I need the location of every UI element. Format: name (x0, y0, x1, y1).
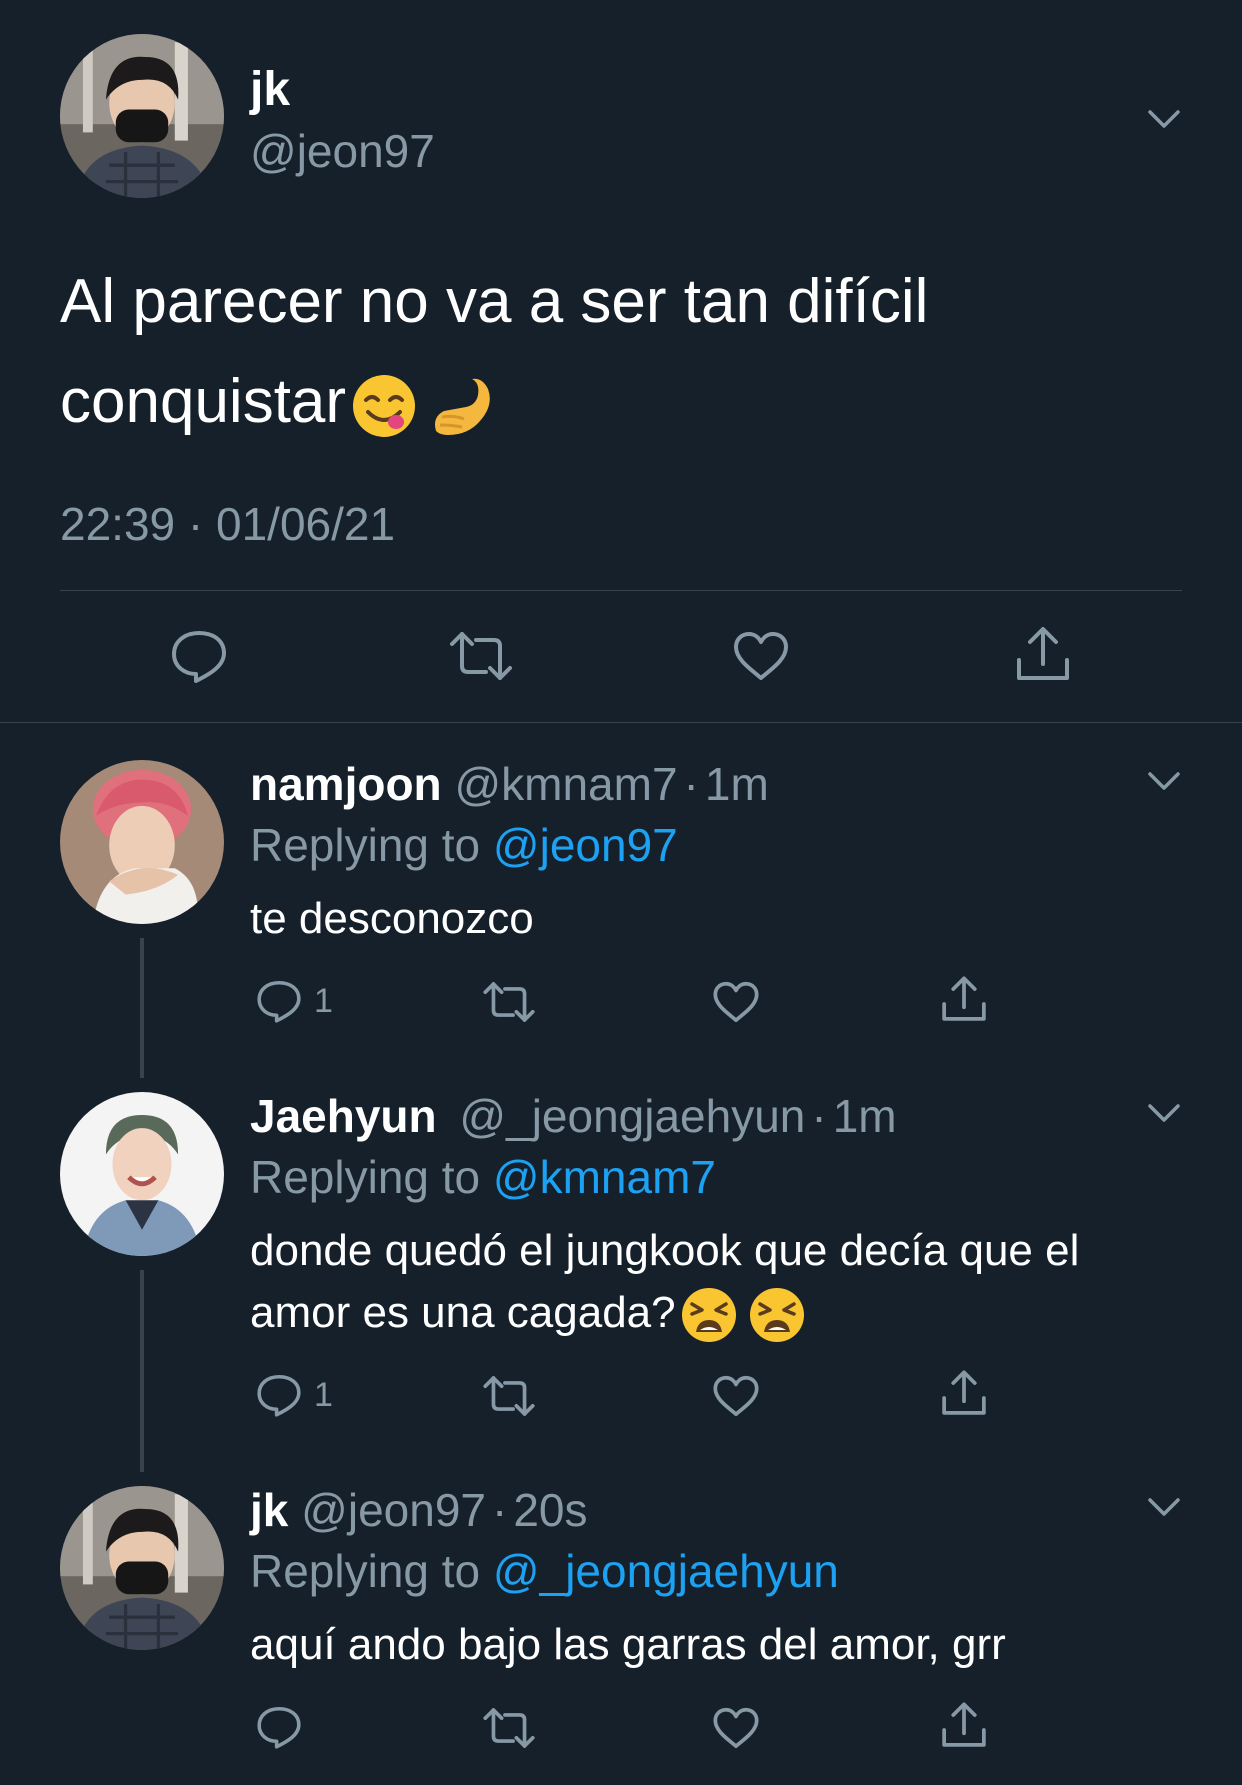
retweet-icon[interactable] (482, 1374, 536, 1418)
thread-line (140, 938, 144, 1078)
replying-to: Replying to @_jeongjaehyun (250, 1544, 839, 1598)
reply-age[interactable]: 1m (833, 1090, 897, 1142)
reply-text: aquí ando bajo las garras del amor, grr (250, 1620, 1006, 1669)
reply-age[interactable]: 1m (705, 758, 769, 810)
reply-display-name[interactable]: jk (250, 1484, 288, 1536)
chevron-down-icon[interactable] (1144, 760, 1184, 800)
retweet-icon[interactable] (448, 630, 514, 682)
replying-to-link[interactable]: @_jeongjaehyun (493, 1545, 839, 1597)
replying-to-label: Replying to (250, 819, 481, 871)
chevron-down-icon[interactable] (1144, 98, 1184, 138)
face-savoring-food-icon (350, 372, 418, 440)
retweet-icon[interactable] (482, 980, 536, 1024)
reply-dot: · (492, 1484, 508, 1536)
main-timestamp[interactable]: 22:39 · 01/06/21 (60, 497, 395, 551)
avatar-jk[interactable] (60, 1486, 224, 1650)
tired-face-icon (680, 1286, 738, 1344)
reply-text-line-2: amor es una cagada? (250, 1288, 676, 1337)
like-icon[interactable] (712, 980, 760, 1024)
replying-to: Replying to @jeon97 (250, 818, 678, 872)
share-icon[interactable] (1014, 624, 1072, 684)
main-display-name[interactable]: jk (250, 62, 290, 117)
reply-handle[interactable]: @jeon97 (301, 1484, 486, 1536)
tired-face-icon (748, 1286, 806, 1344)
reply-count: 1 (314, 982, 333, 1020)
reply-icon[interactable] (170, 628, 228, 684)
retweet-icon[interactable] (482, 1706, 536, 1750)
section-divider (0, 722, 1242, 723)
reply-display-name[interactable]: namjoon (250, 758, 442, 810)
reply-icon[interactable] (256, 978, 302, 1024)
like-icon[interactable] (712, 1706, 760, 1750)
reply-handle[interactable]: @kmnam7 (454, 758, 677, 810)
reply-handle[interactable]: @_jeongjaehyun (459, 1090, 805, 1142)
main-divider (60, 590, 1182, 591)
chevron-down-icon[interactable] (1144, 1092, 1184, 1132)
reply-icon[interactable] (256, 1372, 302, 1418)
replying-to: Replying to @kmnam7 (250, 1150, 716, 1204)
share-icon[interactable] (940, 1368, 988, 1418)
reply-header: namjoon @kmnam7 · 1m (250, 757, 769, 811)
reply-text: te desconozco (250, 894, 534, 943)
like-icon[interactable] (712, 1374, 760, 1418)
reply-dot: · (811, 1090, 827, 1142)
replying-to-link[interactable]: @kmnam7 (493, 1151, 716, 1203)
reply-dot: · (683, 758, 699, 810)
reply-text-line-2-wrap: amor es una cagada? (250, 1282, 1190, 1344)
share-icon[interactable] (940, 974, 988, 1024)
replying-to-label: Replying to (250, 1151, 481, 1203)
like-icon[interactable] (732, 630, 790, 682)
chevron-down-icon[interactable] (1144, 1486, 1184, 1526)
avatar-jaehyun[interactable] (60, 1092, 224, 1256)
pinching-hand-icon (428, 371, 498, 441)
thread-line (140, 1270, 144, 1472)
reply-icon[interactable] (256, 1704, 302, 1750)
main-handle[interactable]: @jeon97 (250, 124, 435, 178)
reply-header: jk @jeon97 · 20s (250, 1483, 588, 1537)
share-icon[interactable] (940, 1700, 988, 1750)
main-tweet-text: Al parecer no va a ser tan difícil conqu… (60, 252, 1180, 452)
reply-text-line-1: donde quedó el jungkook que decía que el (250, 1226, 1080, 1275)
reply-count: 1 (314, 1376, 333, 1414)
reply-text: donde quedó el jungkook que decía que el… (250, 1220, 1190, 1344)
reply-display-name[interactable]: Jaehyun (250, 1090, 437, 1142)
avatar-jk[interactable] (60, 34, 224, 198)
reply-age[interactable]: 20s (513, 1484, 587, 1536)
replying-to-label: Replying to (250, 1545, 481, 1597)
replying-to-link[interactable]: @jeon97 (493, 819, 678, 871)
reply-header: Jaehyun @_jeongjaehyun · 1m (250, 1089, 897, 1143)
avatar-namjoon[interactable] (60, 760, 224, 924)
